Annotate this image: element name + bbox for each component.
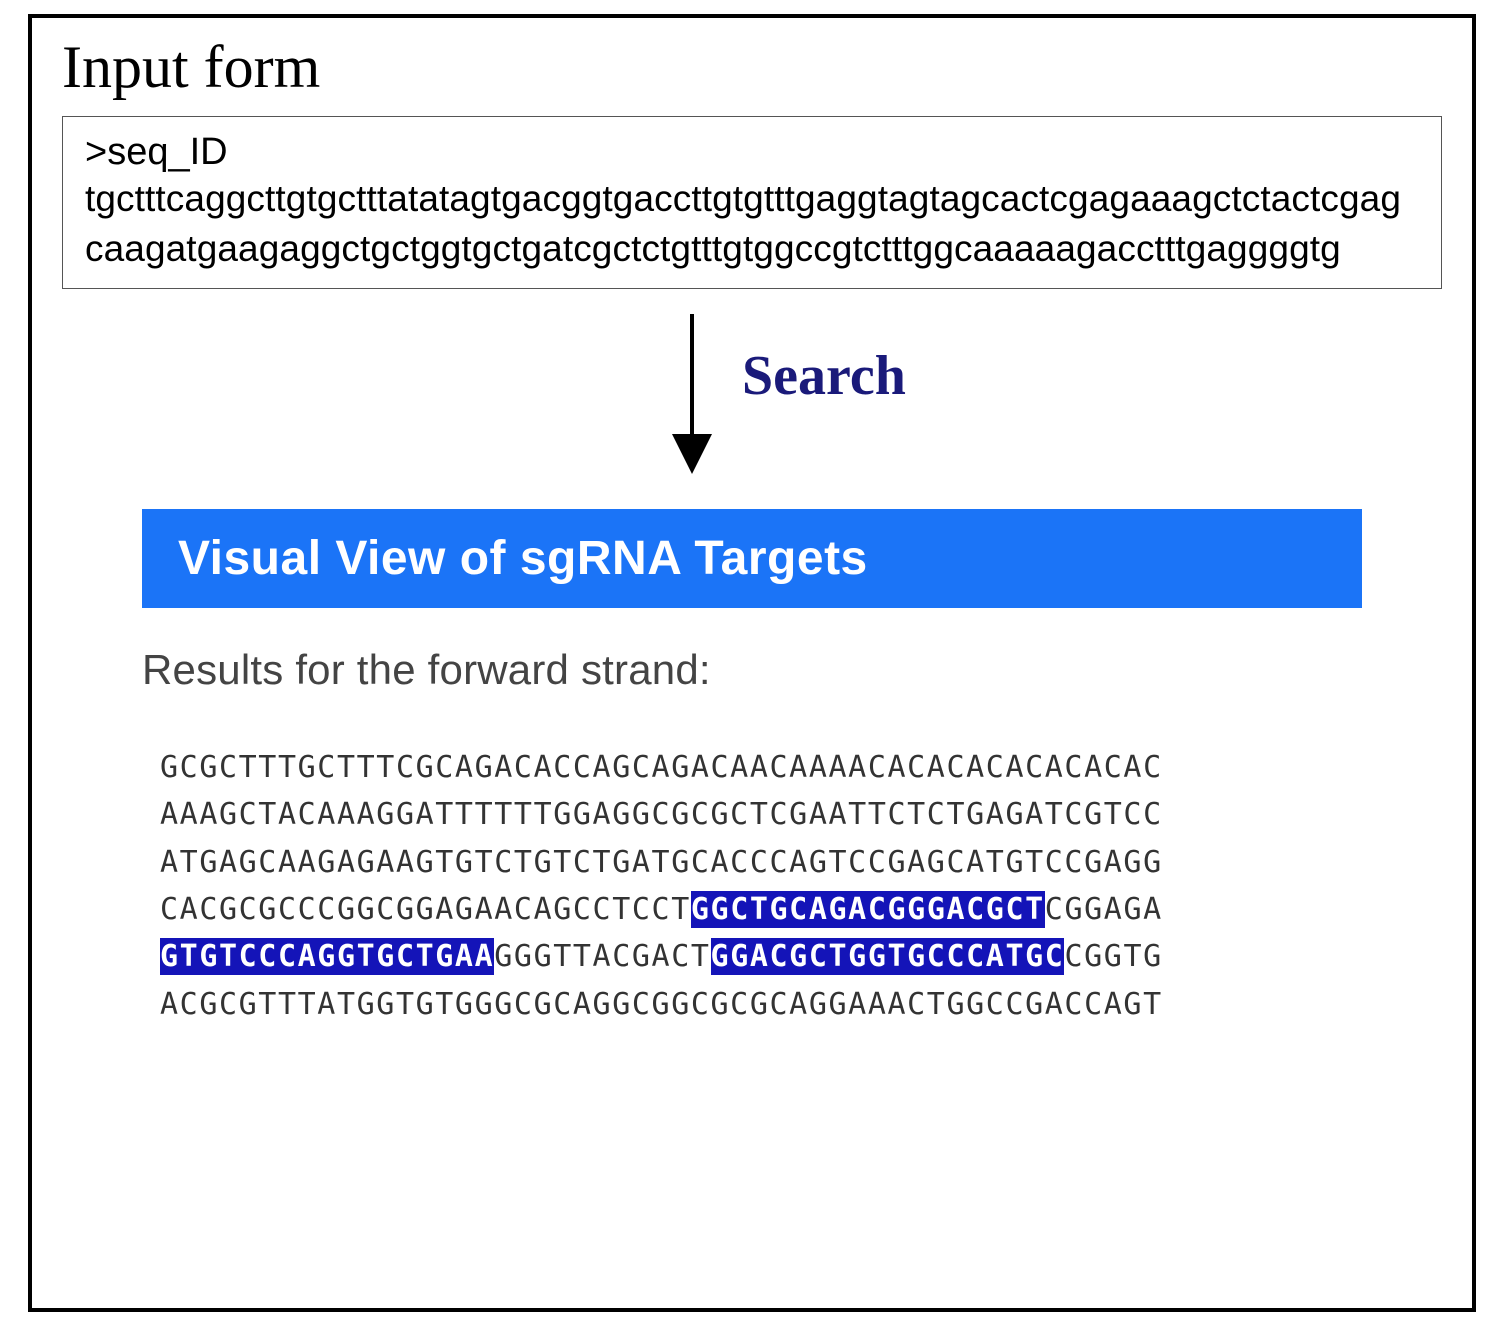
sgRNA-target-highlight: GGCTGCAGACGGGACGCT bbox=[691, 891, 1045, 928]
sequence-line: GCGCTTTGCTTTCGCAGACACCAGCAGACAACAAAACACA… bbox=[160, 744, 1362, 791]
sequence-text: GGGTTACGACT bbox=[494, 939, 710, 974]
search-label[interactable]: Search bbox=[742, 344, 906, 408]
results-area: Visual View of sgRNA Targets Results for… bbox=[142, 509, 1362, 1028]
fasta-header-line: >seq_ID bbox=[85, 131, 1419, 174]
arrow-and-search-row: Search bbox=[62, 309, 1442, 489]
sequence-text: CACGCGCCCGGCGGAGAACAGCCTCCT bbox=[160, 892, 691, 927]
down-arrow-icon bbox=[662, 309, 722, 479]
sequence-text: AAAGCTACAAAGGATTTTTTGGAGGCGCGCTCGAATTCTC… bbox=[160, 797, 1163, 832]
sequence-result-block: GCGCTTTGCTTTCGCAGACACCAGCAGACAACAAAACACA… bbox=[160, 744, 1362, 1028]
sequence-line: CACGCGCCCGGCGGAGAACAGCCTCCTGGCTGCAGACGGG… bbox=[160, 886, 1362, 933]
sequence-text: ACGCGTTTATGGTGTGGGCGCAGGCGGCGCGCAGGAAACT… bbox=[160, 987, 1163, 1022]
sequence-text: GCGCTTTGCTTTCGCAGACACCAGCAGACAACAAAACACA… bbox=[160, 750, 1163, 785]
sgRNA-target-highlight: GGACGCTGGTGCCCATGC bbox=[711, 938, 1065, 975]
sequence-text: CGGTG bbox=[1064, 939, 1162, 974]
results-banner: Visual View of sgRNA Targets bbox=[142, 509, 1362, 608]
sequence-line: AAAGCTACAAAGGATTTTTTGGAGGCGCGCTCGAATTCTC… bbox=[160, 791, 1362, 838]
sequence-text: ATGAGCAAGAGAAGTGTCTGTCTGATGCACCCAGTCCGAG… bbox=[160, 845, 1163, 880]
input-form-heading: Input form bbox=[62, 33, 1442, 102]
figure-frame: Input form >seq_ID tgctttcaggcttgtgcttta… bbox=[28, 14, 1476, 1312]
sequence-input-box[interactable]: >seq_ID tgctttcaggcttgtgctttatatagtgacgg… bbox=[62, 116, 1442, 289]
sgRNA-target-highlight: GTGTCCCAGGTGCTGAA bbox=[160, 938, 494, 975]
sequence-line: GTGTCCCAGGTGCTGAAGGGTTACGACTGGACGCTGGTGC… bbox=[160, 933, 1362, 980]
sequence-line: ACGCGTTTATGGTGTGGGCGCAGGCGGCGCGCAGGAAACT… bbox=[160, 981, 1362, 1028]
results-subtitle: Results for the forward strand: bbox=[142, 646, 1362, 694]
sequence-text: CGGAGA bbox=[1045, 892, 1163, 927]
fasta-sequence-text: tgctttcaggcttgtgctttatatagtgacggtgaccttg… bbox=[85, 174, 1419, 274]
sequence-line: ATGAGCAAGAGAAGTGTCTGTCTGATGCACCCAGTCCGAG… bbox=[160, 839, 1362, 886]
